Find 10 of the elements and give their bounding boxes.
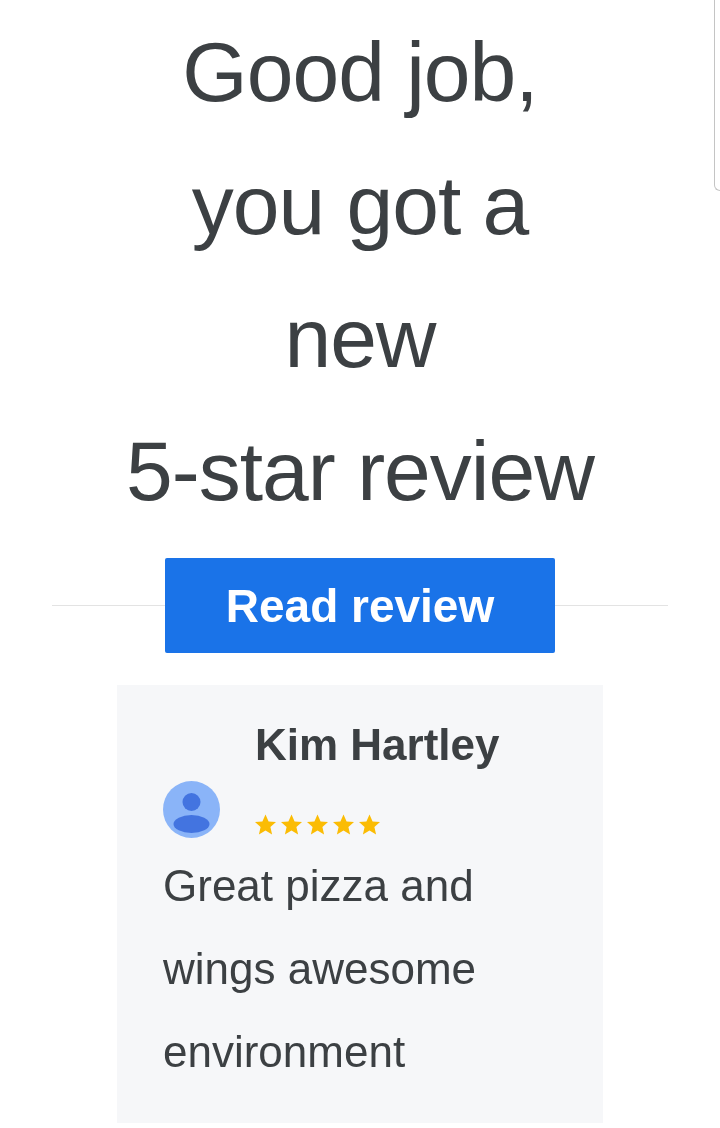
read-review-button[interactable]: Read review (165, 558, 555, 653)
star-icon (253, 813, 278, 837)
avatar-icon (163, 781, 220, 838)
headline: Good job, you got a new 5-star review (126, 24, 594, 520)
review-text: Great pizza and wings awesome environment (163, 860, 478, 1078)
star-icon (357, 813, 382, 837)
star-icon (279, 813, 304, 837)
star-icon (305, 813, 330, 837)
star-icon (331, 813, 356, 837)
author-name: Kim Hartley (255, 719, 501, 771)
